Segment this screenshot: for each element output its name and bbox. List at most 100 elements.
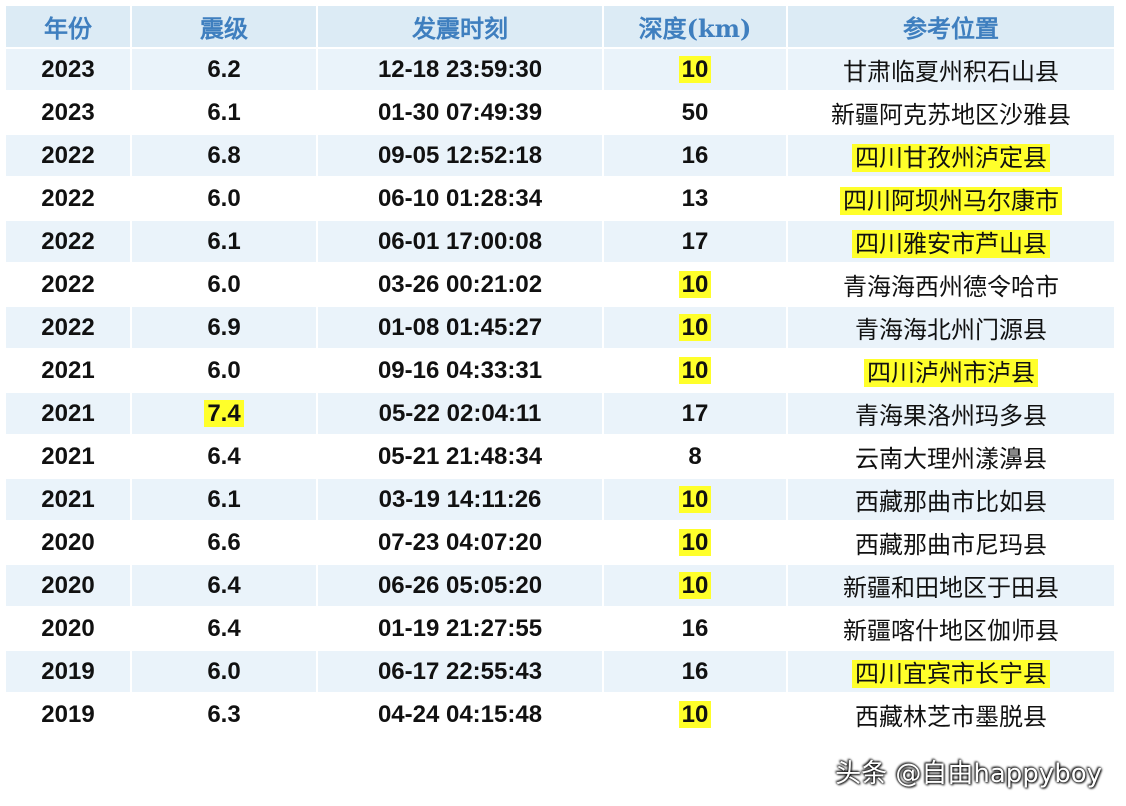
cell-time: 03-19 14:11:26 <box>318 479 602 520</box>
cell-time-text: 01-19 21:27:55 <box>377 614 543 642</box>
cell-time-text: 05-22 02:04:11 <box>378 399 542 427</box>
cell-time-text: 07-23 04:07:20 <box>377 528 543 556</box>
cell-depth: 10 <box>604 307 786 348</box>
table-row: 2021 6.1 03-19 14:11:26 10 西藏那曲市比如县 <box>6 479 1114 520</box>
header-depth: 深度(km) <box>604 6 786 47</box>
cell-location: 青海果洛州玛多县 <box>788 393 1114 434</box>
cell-year-text: 2022 <box>41 227 95 255</box>
watermark: 头条 @自由happyboy <box>835 759 1102 789</box>
cell-depth-text: 10 <box>678 528 712 556</box>
table-row: 2020 6.4 01-19 21:27:55 16 新疆喀什地区伽师县 <box>6 608 1114 649</box>
cell-magnitude: 6.9 <box>132 307 316 348</box>
cell-location: 甘肃临夏州积石山县 <box>788 49 1114 90</box>
cell-depth-text: 16 <box>681 141 709 169</box>
cell-time: 06-17 22:55:43 <box>318 651 602 692</box>
cell-magnitude: 6.2 <box>132 49 316 90</box>
cell-magnitude-text: 6.9 <box>207 313 241 341</box>
cell-time: 06-26 05:05:20 <box>318 565 602 606</box>
cell-location: 新疆和田地区于田县 <box>788 565 1114 606</box>
cell-depth: 10 <box>604 565 786 606</box>
cell-magnitude-text: 6.1 <box>207 485 241 513</box>
cell-magnitude: 6.8 <box>132 135 316 176</box>
cell-magnitude: 6.3 <box>132 694 316 735</box>
cell-depth-text: 10 <box>678 571 712 599</box>
cell-magnitude: 6.1 <box>132 479 316 520</box>
cell-depth-text: 17 <box>681 399 709 427</box>
cell-time: 03-26 00:21:02 <box>318 264 602 305</box>
table-row: 2022 6.9 01-08 01:45:27 10 青海海北州门源县 <box>6 307 1114 348</box>
cell-year: 2021 <box>6 350 130 391</box>
cell-location-text: 四川阿坝州马尔康市 <box>840 187 1062 215</box>
cell-depth: 16 <box>604 651 786 692</box>
cell-depth-text: 8 <box>688 442 702 470</box>
cell-location: 西藏那曲市尼玛县 <box>788 522 1114 563</box>
cell-magnitude: 6.6 <box>132 522 316 563</box>
cell-magnitude-text: 6.4 <box>207 442 241 470</box>
cell-depth-text: 10 <box>678 313 712 341</box>
cell-location: 四川雅安市芦山县 <box>788 221 1114 262</box>
cell-magnitude-text: 6.0 <box>207 356 241 384</box>
cell-year-text: 2021 <box>41 485 95 513</box>
cell-time-text: 01-08 01:45:27 <box>377 313 543 341</box>
cell-time: 06-10 01:28:34 <box>318 178 602 219</box>
cell-time-text: 03-26 00:21:02 <box>377 270 543 298</box>
cell-location-text: 青海海西州德令哈市 <box>843 273 1059 301</box>
cell-depth: 10 <box>604 522 786 563</box>
cell-time: 05-21 21:48:34 <box>318 436 602 477</box>
cell-magnitude-text: 6.4 <box>207 614 241 642</box>
cell-depth: 17 <box>604 393 786 434</box>
cell-depth-text: 50 <box>681 98 709 126</box>
cell-magnitude: 6.1 <box>132 221 316 262</box>
cell-time-text: 06-26 05:05:20 <box>377 571 543 599</box>
header-magnitude: 震级 <box>132 6 316 47</box>
cell-magnitude-text: 6.6 <box>207 528 241 556</box>
cell-year: 2020 <box>6 522 130 563</box>
table-row: 2019 6.3 04-24 04:15:48 10 西藏林芝市墨脱县 <box>6 694 1114 735</box>
cell-time-text: 09-16 04:33:31 <box>377 356 543 384</box>
cell-time: 01-08 01:45:27 <box>318 307 602 348</box>
cell-depth-text: 16 <box>681 614 709 642</box>
earthquake-table: 年份 震级 发震时刻 深度(km) 参考位置 2023 6.2 12-18 23:5… <box>4 4 1116 737</box>
page: 年份 震级 发震时刻 深度(km) 参考位置 2023 6.2 12-18 23:5… <box>0 0 1126 806</box>
cell-depth-text: 16 <box>681 657 709 685</box>
table-header-row: 年份 震级 发震时刻 深度(km) 参考位置 <box>6 6 1114 47</box>
cell-time: 12-18 23:59:30 <box>318 49 602 90</box>
cell-magnitude-text: 6.1 <box>207 227 241 255</box>
table-row: 2019 6.0 06-17 22:55:43 16 四川宜宾市长宁县 <box>6 651 1114 692</box>
cell-location: 四川泸州市泸县 <box>788 350 1114 391</box>
cell-depth-text: 17 <box>681 227 709 255</box>
cell-location-text: 甘肃临夏州积石山县 <box>843 58 1059 86</box>
cell-year: 2022 <box>6 178 130 219</box>
cell-depth-text: 13 <box>681 184 709 212</box>
cell-location-text: 四川宜宾市长宁县 <box>852 660 1050 688</box>
cell-depth-text: 10 <box>678 356 712 384</box>
cell-year-text: 2020 <box>41 528 95 556</box>
cell-depth-text: 10 <box>678 55 712 83</box>
cell-time: 06-01 17:00:08 <box>318 221 602 262</box>
cell-magnitude: 6.0 <box>132 350 316 391</box>
cell-magnitude-text: 6.8 <box>207 141 241 169</box>
cell-depth: 10 <box>604 49 786 90</box>
table-body: 2023 6.2 12-18 23:59:30 10 甘肃临夏州积石山县 2023 6.1 0… <box>6 49 1114 735</box>
cell-year: 2021 <box>6 436 130 477</box>
cell-year: 2023 <box>6 92 130 133</box>
cell-time: 01-30 07:49:39 <box>318 92 602 133</box>
cell-magnitude: 6.4 <box>132 565 316 606</box>
cell-magnitude-text: 6.4 <box>207 571 241 599</box>
cell-depth-text: 10 <box>678 270 712 298</box>
cell-depth-text: 10 <box>678 485 712 513</box>
cell-location-text: 西藏那曲市尼玛县 <box>855 531 1047 559</box>
cell-time: 01-19 21:27:55 <box>318 608 602 649</box>
cell-magnitude: 7.4 <box>132 393 316 434</box>
cell-year-text: 2023 <box>41 55 95 83</box>
cell-depth: 10 <box>604 350 786 391</box>
cell-depth: 17 <box>604 221 786 262</box>
cell-time-text: 03-19 14:11:26 <box>378 485 542 513</box>
cell-time-text: 05-21 21:48:34 <box>377 442 543 470</box>
cell-depth: 8 <box>604 436 786 477</box>
cell-year-text: 2019 <box>41 700 95 728</box>
table-row: 2021 6.4 05-21 21:48:34 8 云南大理州漾濞县 <box>6 436 1114 477</box>
cell-year: 2022 <box>6 307 130 348</box>
cell-magnitude: 6.4 <box>132 608 316 649</box>
cell-location-text: 西藏林芝市墨脱县 <box>855 703 1047 731</box>
